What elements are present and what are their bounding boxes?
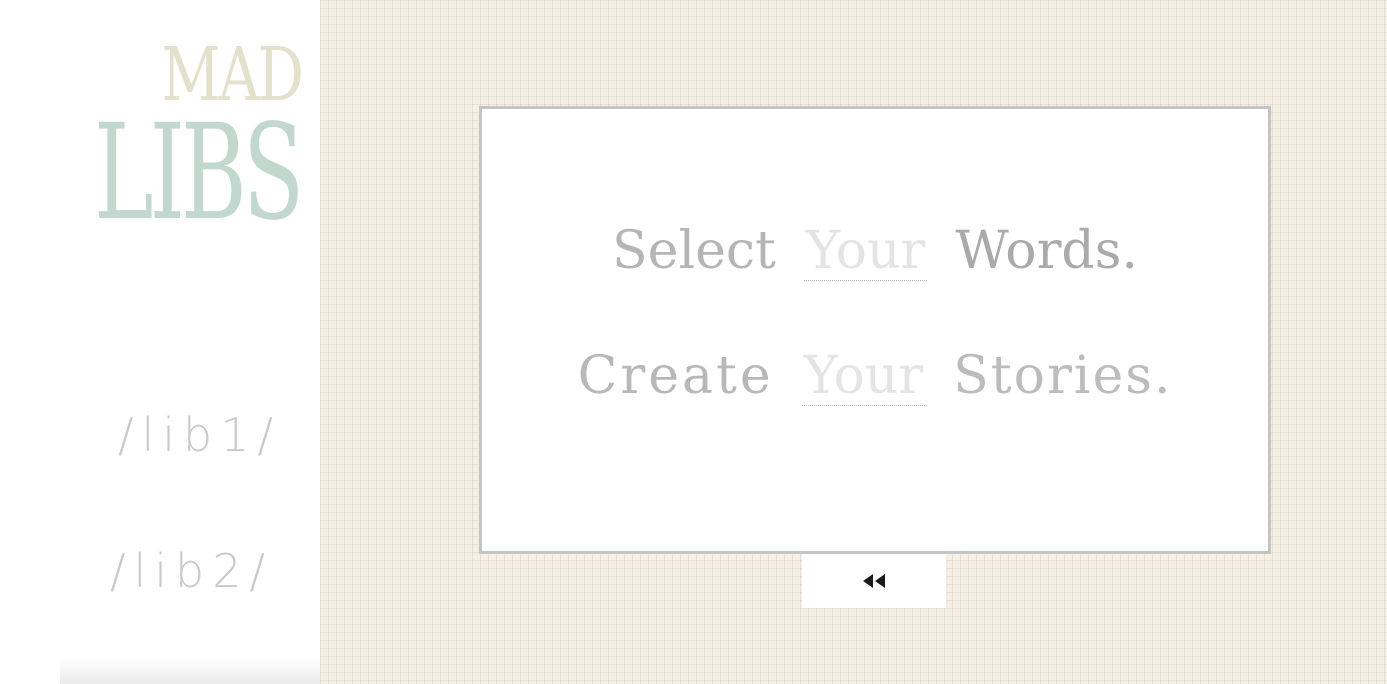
logo-libs-text: LIBS: [93, 96, 304, 250]
nav-link-lib1[interactable]: /lib1/: [118, 408, 281, 462]
word-create: Create: [577, 346, 774, 406]
main-graph-paper: Select Your Words. Create Your Stories.: [320, 0, 1387, 684]
intro-card: Select Your Words. Create Your Stories.: [479, 106, 1271, 554]
nav-link-lib2[interactable]: /lib2/: [110, 544, 273, 598]
sidebar-shadow: [60, 658, 320, 684]
mad-libs-logo: MAD LIBS: [0, 0, 320, 240]
headline-create-stories: Create Your Stories.: [482, 344, 1268, 408]
headline-select-words: Select Your Words.: [482, 219, 1268, 283]
word-select: Select: [612, 221, 776, 281]
rewind-icon: [863, 574, 885, 588]
blank-your-2: Your: [801, 346, 926, 406]
word-words: Words.: [955, 221, 1138, 281]
word-stories: Stories.: [953, 346, 1173, 406]
rewind-button[interactable]: [802, 554, 946, 608]
sidebar: MAD LIBS /lib1/ /lib2/: [0, 0, 320, 684]
app: MAD LIBS /lib1/ /lib2/ Select Your Words. …: [0, 0, 1387, 684]
blank-your-1: Your: [803, 221, 928, 281]
